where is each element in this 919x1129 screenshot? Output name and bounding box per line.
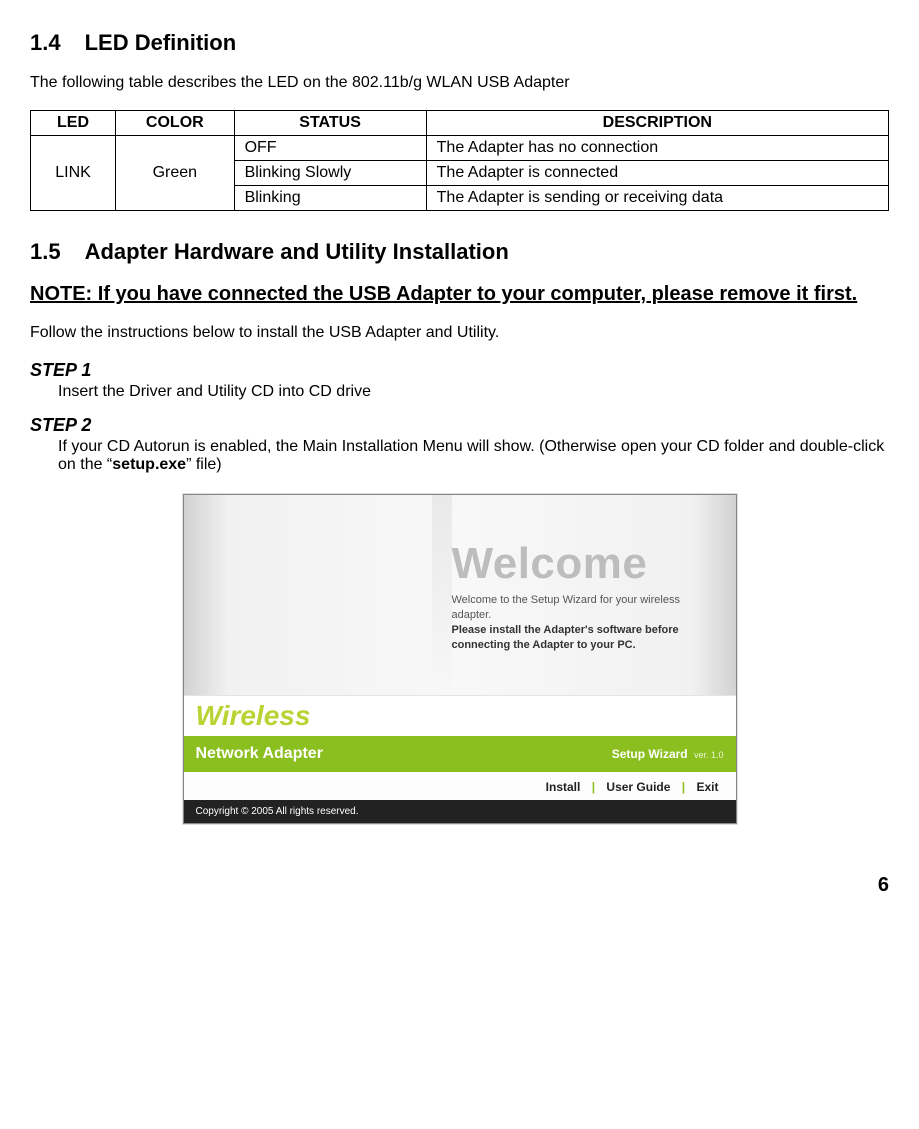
installer-links: Install | User Guide | Exit (184, 772, 736, 800)
section-1-5-intro: Follow the instructions below to install… (30, 324, 889, 342)
setup-wizard-text: Setup Wizard (612, 747, 688, 761)
table-header-row: LED COLOR STATUS DESCRIPTION (31, 111, 889, 136)
installer-top-panel: Welcome Welcome to the Setup Wizard for … (184, 495, 736, 695)
cell-desc: The Adapter is connected (426, 161, 888, 186)
cell-led: LINK (31, 136, 116, 211)
note-text: NOTE: If you have connected the USB Adap… (30, 283, 889, 306)
cell-status: Blinking Slowly (234, 161, 426, 186)
copyright-bar: Copyright © 2005 All rights reserved. (184, 800, 736, 823)
section-1-4-title: LED Definition (85, 30, 237, 55)
wireless-row: Wireless (184, 695, 736, 736)
section-1-4-intro: The following table describes the LED on… (30, 74, 889, 92)
welcome-heading: Welcome (452, 539, 648, 589)
section-1-4-number: 1.4 (30, 30, 61, 56)
th-description: DESCRIPTION (426, 111, 888, 136)
step-1-body: Insert the Driver and Utility CD into CD… (58, 383, 889, 401)
step-2-title: STEP 2 (30, 415, 889, 436)
section-1-5-title: Adapter Hardware and Utility Installatio… (85, 239, 509, 264)
led-table: LED COLOR STATUS DESCRIPTION LINK Green … (30, 110, 889, 211)
installer-window: Welcome Welcome to the Setup Wizard for … (183, 494, 737, 824)
table-row: LINK Green OFF The Adapter has no connec… (31, 136, 889, 161)
cell-status: OFF (234, 136, 426, 161)
th-color: COLOR (116, 111, 234, 136)
section-1-5-number: 1.5 (30, 239, 61, 265)
network-adapter-label: Network Adapter (196, 745, 323, 763)
section-1-4-heading: 1.4 LED Definition (30, 30, 889, 56)
th-led: LED (31, 111, 116, 136)
install-link[interactable]: Install (546, 780, 581, 794)
welcome-instruction: Please install the Adapter's software be… (452, 623, 722, 653)
cell-color: Green (116, 136, 234, 211)
welcome-subtext: Welcome to the Setup Wizard for your wir… (452, 593, 712, 623)
page-number: 6 (30, 874, 889, 897)
step-2-post: ” file) (186, 456, 222, 473)
setup-wizard-label: Setup Wizard ver. 1.0 (612, 747, 724, 761)
green-bar: Network Adapter Setup Wizard ver. 1.0 (184, 736, 736, 772)
step-1-text: Insert the Driver and Utility CD into CD… (58, 383, 371, 400)
step-2-body: If your CD Autorun is enabled, the Main … (58, 438, 889, 474)
exit-link[interactable]: Exit (696, 780, 718, 794)
th-status: STATUS (234, 111, 426, 136)
cell-status: Blinking (234, 186, 426, 211)
version-text: ver. 1.0 (694, 750, 724, 760)
user-guide-link[interactable]: User Guide (606, 780, 670, 794)
cell-desc: The Adapter is sending or receiving data (426, 186, 888, 211)
separator-icon: | (682, 780, 685, 794)
vertical-divider (432, 495, 452, 695)
cell-desc: The Adapter has no connection (426, 136, 888, 161)
wireless-label: Wireless (196, 700, 311, 731)
separator-icon: | (592, 780, 595, 794)
section-1-5-heading: 1.5 Adapter Hardware and Utility Installa… (30, 239, 889, 265)
step-2-bold: setup.exe (112, 456, 186, 473)
step-1-title: STEP 1 (30, 360, 889, 381)
